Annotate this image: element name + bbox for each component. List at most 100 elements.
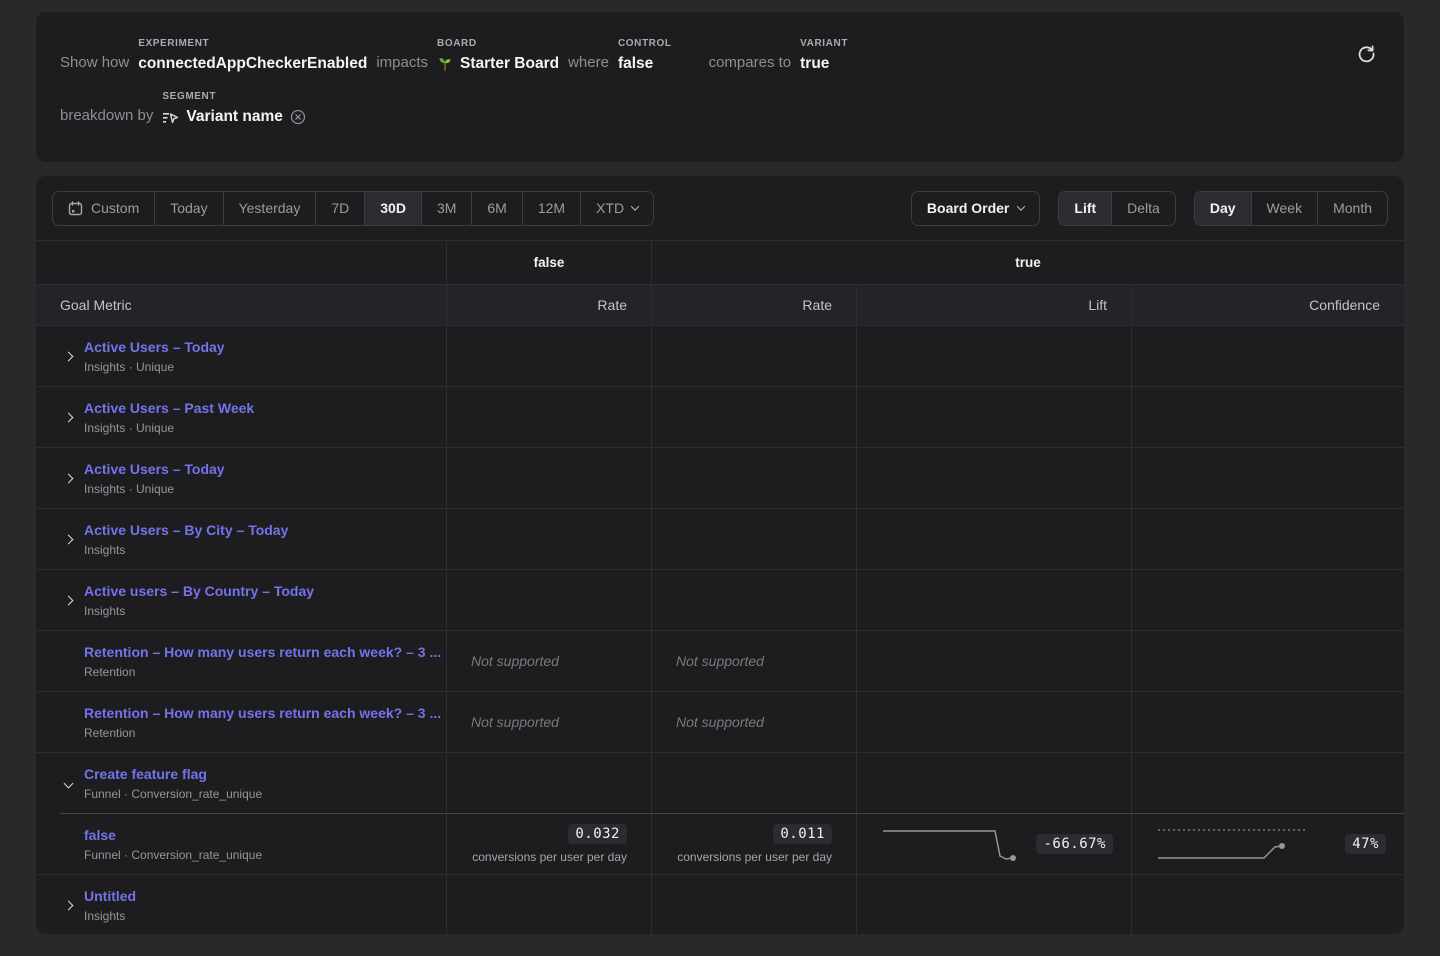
- breakdown-by-text: breakdown by: [60, 107, 153, 126]
- results-card: Custom Today Yesterday 7D 30D 3M 6M 12M …: [36, 176, 1404, 934]
- chevron-down-icon[interactable]: [60, 780, 76, 787]
- not-supported-text: Not supported: [447, 653, 559, 669]
- rate-false-value: 0.032: [568, 824, 627, 844]
- metric-link[interactable]: Active Users – Today: [84, 461, 225, 477]
- metric-link[interactable]: Retention – How many users return each w…: [84, 644, 441, 660]
- not-supported-text: Not supported: [652, 714, 764, 730]
- lift-value: -66.67%: [1036, 834, 1113, 854]
- board-order-dropdown[interactable]: Board Order: [911, 191, 1040, 226]
- metric-subtitle: Funnel · Conversion_rate_unique: [84, 848, 262, 862]
- segment-filter-icon: [162, 110, 179, 125]
- chevron-right-icon[interactable]: [60, 414, 76, 421]
- granularity-month[interactable]: Month: [1317, 192, 1387, 225]
- granularity-week[interactable]: Week: [1251, 192, 1318, 225]
- refresh-icon: [1357, 44, 1376, 63]
- table-row: Retention – How many users return each w…: [36, 692, 1404, 753]
- not-supported-text: Not supported: [652, 653, 764, 669]
- impacts-text: impacts: [376, 54, 428, 73]
- date-range-yesterday[interactable]: Yesterday: [223, 192, 316, 225]
- rate-false-unit: conversions per user per day: [472, 850, 627, 864]
- results-table: false true Goal Metric Rate Rate Lift Co…: [36, 240, 1404, 934]
- metric-link[interactable]: Untitled: [84, 888, 136, 904]
- variant-value[interactable]: true: [800, 55, 848, 73]
- experiment-label: EXPERIMENT: [138, 38, 367, 49]
- rate-true-unit: conversions per user per day: [677, 850, 832, 864]
- chevron-down-icon: [631, 202, 639, 210]
- date-range-7d[interactable]: 7D: [315, 192, 364, 225]
- metric-subtitle: Insights: [84, 909, 136, 923]
- chevron-right-icon[interactable]: [60, 902, 76, 909]
- confidence-header: Confidence: [1131, 285, 1404, 325]
- mode-lift[interactable]: Lift: [1059, 192, 1111, 225]
- rate-true-header: Rate: [651, 285, 856, 325]
- segment-term[interactable]: SEGMENT Variant name: [162, 91, 306, 126]
- confidence-sparkline: [1156, 826, 1308, 862]
- table-row: Active Users – Past Week Insights · Uniq…: [36, 387, 1404, 448]
- metric-link[interactable]: Create feature flag: [84, 766, 262, 782]
- metric-subtitle: Retention: [84, 726, 441, 740]
- metric-subtitle: Insights: [84, 543, 288, 557]
- metric-link[interactable]: Active Users – Today: [84, 339, 225, 355]
- table-row: Retention – How many users return each w…: [36, 631, 1404, 692]
- table-row: Create feature flag Funnel · Conversion_…: [36, 753, 1404, 814]
- granularity-toggle: Day Week Month: [1194, 191, 1388, 226]
- date-range-30d[interactable]: 30D: [364, 192, 421, 225]
- circle-x-icon: [290, 109, 306, 125]
- column-header-row: Goal Metric Rate Rate Lift Confidence: [36, 285, 1404, 326]
- date-range-custom[interactable]: Custom: [53, 192, 154, 225]
- experiment-sentence-row: Show how EXPERIMENT connectedAppCheckerE…: [60, 38, 1380, 73]
- metric-link[interactable]: Active users – By Country – Today: [84, 583, 314, 599]
- segment-value[interactable]: Variant name: [186, 108, 283, 126]
- query-summary-card: Show how EXPERIMENT connectedAppCheckerE…: [36, 12, 1404, 162]
- metric-link[interactable]: Retention – How many users return each w…: [84, 705, 441, 721]
- date-range-xtd[interactable]: XTD: [580, 192, 653, 225]
- lift-sparkline: [881, 826, 1033, 862]
- control-group-header: false: [446, 241, 651, 284]
- metric-link[interactable]: false: [84, 827, 262, 843]
- table-row-child: false Funnel · Conversion_rate_unique 0.…: [36, 814, 1404, 875]
- metric-link[interactable]: Active Users – By City – Today: [84, 522, 288, 538]
- board-value[interactable]: Starter Board: [460, 55, 559, 73]
- date-range-3m[interactable]: 3M: [421, 192, 471, 225]
- chevron-right-icon[interactable]: [60, 353, 76, 360]
- metric-subtitle: Insights: [84, 604, 314, 618]
- remove-segment-button[interactable]: [290, 109, 306, 125]
- date-range-6m[interactable]: 6M: [471, 192, 521, 225]
- granularity-day[interactable]: Day: [1195, 192, 1251, 225]
- experiment-term[interactable]: EXPERIMENT connectedAppCheckerEnabled: [138, 38, 367, 73]
- variant-term[interactable]: VARIANT true: [800, 38, 848, 73]
- goal-metric-header: Goal Metric: [36, 285, 446, 325]
- table-row: Active Users – By City – Today Insights: [36, 509, 1404, 570]
- table-row: Active Users – Today Insights · Unique: [36, 448, 1404, 509]
- experiment-value[interactable]: connectedAppCheckerEnabled: [138, 55, 367, 73]
- mode-delta[interactable]: Delta: [1111, 192, 1175, 225]
- where-text: where: [568, 54, 609, 73]
- date-range-12m[interactable]: 12M: [522, 192, 580, 225]
- variant-group-header: true: [651, 241, 1404, 284]
- chevron-right-icon[interactable]: [60, 597, 76, 604]
- table-row: Untitled Insights: [36, 875, 1404, 934]
- mode-toggle: Lift Delta: [1058, 191, 1175, 226]
- metric-link[interactable]: Active Users – Past Week: [84, 400, 254, 416]
- board-label: BOARD: [437, 38, 559, 49]
- breakdown-sentence-row: breakdown by SEGMENT Variant name: [60, 91, 1380, 126]
- metric-subtitle: Funnel · Conversion_rate_unique: [84, 787, 262, 801]
- calendar-icon: [68, 201, 83, 216]
- control-label: CONTROL: [618, 38, 672, 49]
- show-how-text: Show how: [60, 54, 129, 73]
- date-range-today[interactable]: Today: [154, 192, 222, 225]
- segment-label: SEGMENT: [162, 91, 306, 102]
- chevron-right-icon[interactable]: [60, 475, 76, 482]
- rate-false-header: Rate: [446, 285, 651, 325]
- control-term[interactable]: CONTROL false: [618, 38, 672, 73]
- metric-subtitle: Insights · Unique: [84, 360, 225, 374]
- table-row: Active users – By Country – Today Insigh…: [36, 570, 1404, 631]
- board-term[interactable]: BOARD Starter Board: [437, 38, 559, 73]
- control-value[interactable]: false: [618, 55, 672, 73]
- seedling-icon: [437, 56, 453, 72]
- lift-header: Lift: [856, 285, 1131, 325]
- chevron-right-icon[interactable]: [60, 536, 76, 543]
- table-row: Active Users – Today Insights · Unique: [36, 326, 1404, 387]
- compares-to-text: compares to: [709, 54, 792, 73]
- refresh-button[interactable]: [1357, 44, 1376, 63]
